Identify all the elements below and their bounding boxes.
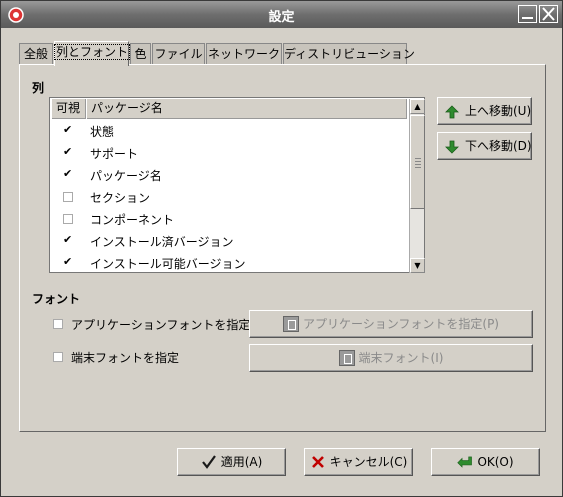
columns-heading: 列 <box>32 81 45 95</box>
move-down-button[interactable]: 下へ移動(D) <box>437 132 532 160</box>
header-package-name[interactable]: パッケージ名 <box>86 99 407 119</box>
list-item[interactable]: セクション <box>51 186 407 208</box>
apply-button[interactable]: 適用(A) <box>177 448 286 476</box>
columns-list: 可視 パッケージ名 状態 サポート パッケージ名 セクション コンポーネ <box>49 97 425 273</box>
settings-dialog: 設定 全般 列とフォント 色 ファイル ネットワーク ディストリビューション 列… <box>0 0 563 497</box>
scroll-up-arrow-icon[interactable]: ▲ <box>410 99 425 114</box>
enter-arrow-icon <box>457 456 473 468</box>
arrow-up-icon <box>445 105 459 119</box>
row-label: インストール可能バージョン <box>90 257 246 271</box>
row-label: 状態 <box>90 125 115 139</box>
tab-general[interactable]: 全般 <box>19 43 53 65</box>
list-header: 可視 パッケージ名 <box>51 99 407 119</box>
row-label: パッケージ名 <box>90 169 162 183</box>
list-item[interactable]: 状態 <box>51 120 407 142</box>
tab-files[interactable]: ファイル <box>152 43 205 65</box>
close-icon <box>542 7 555 21</box>
font-heading: フォント <box>32 292 81 306</box>
scrollbar-thumb[interactable] <box>410 115 425 209</box>
app-font-checkbox[interactable] <box>53 319 63 329</box>
row-checkbox[interactable] <box>63 169 73 180</box>
font-select-icon <box>282 316 299 332</box>
terminal-font-button-label: 端末フォント(I) <box>358 351 444 365</box>
move-down-label: 下へ移動(D) <box>465 139 532 153</box>
row-checkbox[interactable] <box>63 257 73 268</box>
close-button[interactable] <box>539 5 558 23</box>
grip-icon <box>415 158 421 168</box>
app-font-check-label: アプリケーションフォントを指定 <box>71 318 251 332</box>
minimize-button[interactable] <box>518 5 537 23</box>
apply-label: 適用(A) <box>220 455 263 469</box>
cancel-label: キャンセル(C) <box>329 455 408 469</box>
app-font-button-label: アプリケーションフォントを指定(P) <box>302 317 499 331</box>
row-checkbox[interactable] <box>63 125 73 136</box>
ok-button[interactable]: OK(O) <box>431 448 540 476</box>
ok-label: OK(O) <box>477 455 514 469</box>
move-up-label: 上へ移動(U) <box>465 104 532 118</box>
list-item[interactable]: パッケージ名 <box>51 164 407 186</box>
arrow-down-icon <box>445 140 459 154</box>
window-title: 設定 <box>268 10 295 25</box>
terminal-font-check-label: 端末フォントを指定 <box>71 351 180 365</box>
row-label: セクション <box>90 191 151 205</box>
row-checkbox[interactable] <box>63 214 73 224</box>
terminal-font-checkbox[interactable] <box>53 352 63 362</box>
row-label: サポート <box>90 147 139 161</box>
header-visible[interactable]: 可視 <box>51 99 86 119</box>
minimize-icon <box>522 17 533 19</box>
cancel-button[interactable]: キャンセル(C) <box>304 448 413 476</box>
list-item[interactable]: サポート <box>51 142 407 164</box>
list-rows: 状態 サポート パッケージ名 セクション コンポーネント インストール済バージョ… <box>51 120 407 272</box>
checkmark-icon <box>201 455 216 469</box>
cancel-x-icon <box>311 456 324 468</box>
list-item[interactable]: コンポーネント <box>51 208 407 230</box>
row-checkbox[interactable] <box>63 147 73 158</box>
row-checkbox[interactable] <box>63 235 73 246</box>
scroll-down-arrow-icon[interactable]: ▼ <box>410 258 425 273</box>
list-item[interactable]: インストール可能バージョン <box>51 252 407 272</box>
tab-network[interactable]: ネットワーク <box>206 43 282 65</box>
move-up-button[interactable]: 上へ移動(U) <box>437 97 532 125</box>
app-font-button[interactable]: アプリケーションフォントを指定(P) <box>249 310 533 338</box>
tab-columns-fonts[interactable]: 列とフォント <box>53 41 131 66</box>
row-checkbox[interactable] <box>63 192 73 202</box>
font-select-icon <box>338 350 355 366</box>
row-label: インストール済バージョン <box>90 235 234 249</box>
titlebar[interactable]: 設定 <box>1 1 562 28</box>
tab-colors[interactable]: 色 <box>130 43 151 65</box>
list-item[interactable]: インストール済バージョン <box>51 230 407 252</box>
terminal-font-button[interactable]: 端末フォント(I) <box>249 344 533 372</box>
tab-distribution[interactable]: ディストリビューション <box>283 43 415 65</box>
list-scrollbar[interactable]: ▲ ▼ <box>409 99 425 273</box>
row-label: コンポーネント <box>90 213 175 227</box>
